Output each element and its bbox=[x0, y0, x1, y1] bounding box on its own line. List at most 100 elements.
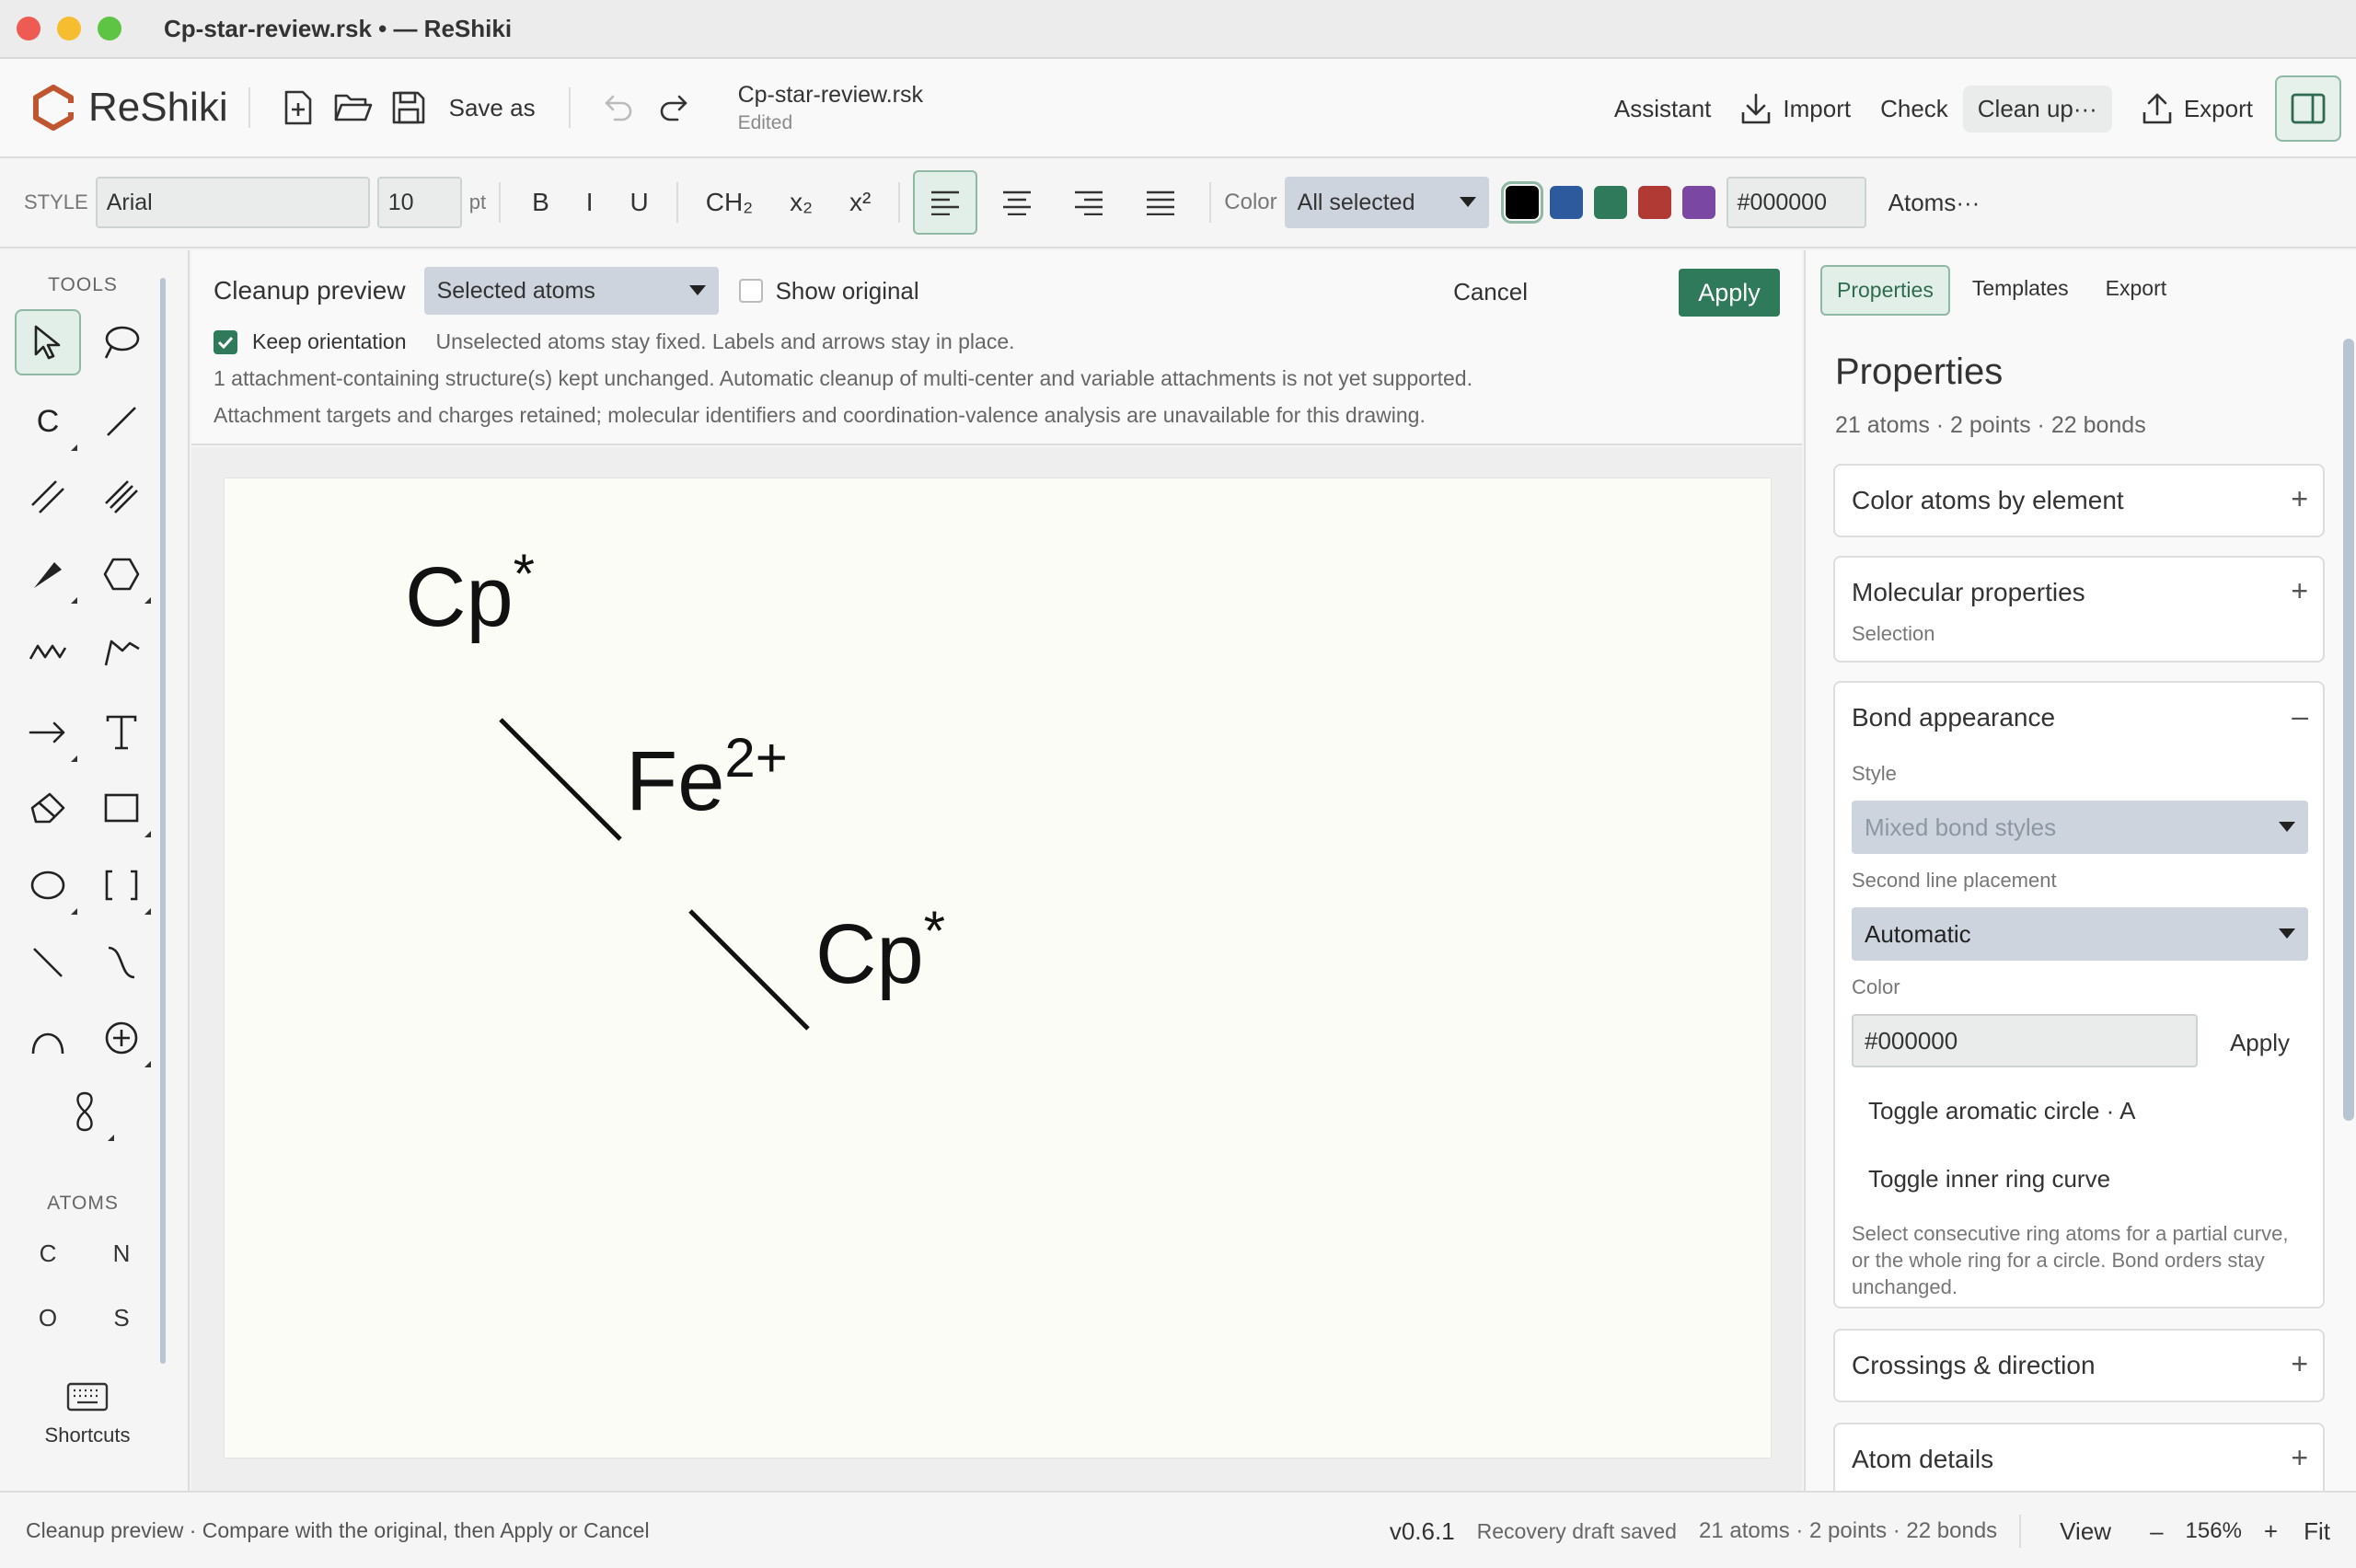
bond-fe-cp-bottom[interactable] bbox=[688, 909, 810, 1031]
align-center-button[interactable] bbox=[985, 170, 1049, 235]
swatch-purple[interactable] bbox=[1681, 186, 1715, 219]
tab-export[interactable]: Export bbox=[2091, 265, 2181, 316]
assistant-button[interactable]: Assistant bbox=[1600, 86, 1727, 133]
export-button[interactable]: Export bbox=[2127, 83, 2268, 134]
minimize-window-button[interactable] bbox=[57, 17, 81, 40]
chain-tool[interactable] bbox=[15, 618, 81, 685]
molecular-properties-card[interactable]: Molecular properties Selection + bbox=[1833, 556, 2325, 663]
rectangle-tool[interactable] bbox=[88, 775, 155, 841]
atom-sulfur-button[interactable]: S bbox=[88, 1290, 155, 1345]
swatch-blue[interactable] bbox=[1549, 186, 1583, 219]
arc-icon bbox=[31, 1032, 64, 1055]
lasso-tool[interactable] bbox=[88, 309, 155, 375]
bracket-tool[interactable] bbox=[88, 852, 155, 918]
expand-plus-icon[interactable]: + bbox=[2291, 574, 2308, 608]
swatch-black[interactable] bbox=[1500, 181, 1543, 224]
zoom-window-button[interactable] bbox=[98, 17, 121, 40]
save-icon[interactable] bbox=[381, 80, 436, 135]
apply-button[interactable]: Apply bbox=[1679, 269, 1780, 317]
bond-cp-fe-top[interactable] bbox=[499, 718, 622, 841]
align-justify-button[interactable] bbox=[1128, 170, 1193, 235]
atom-nitrogen-button[interactable]: N bbox=[88, 1226, 155, 1281]
expand-plus-icon[interactable]: + bbox=[2291, 482, 2308, 516]
expand-plus-icon[interactable]: + bbox=[2291, 1441, 2308, 1475]
underline-button[interactable]: U bbox=[612, 188, 667, 217]
wedge-bond-tool[interactable] bbox=[15, 541, 81, 607]
select-tool[interactable] bbox=[15, 309, 81, 375]
bold-button[interactable]: B bbox=[514, 188, 568, 217]
eraser-tool[interactable] bbox=[15, 775, 81, 841]
atoms-menu-button[interactable]: Atoms··· bbox=[1876, 189, 1993, 217]
undo-icon[interactable] bbox=[591, 80, 646, 135]
import-button[interactable]: Import bbox=[1726, 83, 1865, 134]
expand-plus-icon[interactable]: + bbox=[2291, 1347, 2308, 1381]
carbon-chain-tool[interactable]: C bbox=[15, 388, 81, 455]
toggle-panel-button[interactable] bbox=[2275, 75, 2341, 142]
clean-up-button[interactable]: Clean up··· bbox=[1962, 85, 2112, 133]
tab-properties[interactable]: Properties bbox=[1820, 265, 1950, 316]
atom-carbon-button[interactable]: C bbox=[15, 1226, 81, 1281]
font-size-field[interactable]: 10 bbox=[376, 177, 462, 228]
color-scope-select[interactable]: All selected bbox=[1284, 177, 1489, 228]
close-window-button[interactable] bbox=[17, 17, 40, 40]
triple-bond-tool[interactable] bbox=[88, 464, 155, 530]
toggle-aromatic-button[interactable]: Toggle aromatic circle · A bbox=[1868, 1097, 2135, 1125]
swatch-red[interactable] bbox=[1637, 186, 1671, 219]
tab-templates[interactable]: Templates bbox=[1958, 265, 2084, 316]
zoom-out-button[interactable]: – bbox=[2150, 1517, 2163, 1546]
collapse-minus-icon[interactable]: – bbox=[2292, 699, 2308, 733]
show-original-checkbox[interactable] bbox=[738, 279, 763, 303]
bond-color-apply-button[interactable]: Apply bbox=[2230, 1029, 2290, 1057]
font-family-field[interactable]: Arial bbox=[95, 177, 370, 228]
save-as-button[interactable]: Save as bbox=[436, 94, 549, 122]
atom-details-card[interactable]: Atom details + bbox=[1833, 1423, 2325, 1491]
panel-scrollbar[interactable] bbox=[2343, 339, 2354, 1121]
ring-tool[interactable] bbox=[88, 541, 155, 607]
curve-tool[interactable] bbox=[88, 929, 155, 996]
cp-star-bottom-label[interactable]: Cp* bbox=[815, 900, 945, 1001]
check-button[interactable]: Check bbox=[1865, 86, 1963, 133]
cancel-button[interactable]: Cancel bbox=[1435, 269, 1546, 316]
text-tool[interactable] bbox=[88, 699, 155, 766]
italic-button[interactable]: I bbox=[568, 188, 612, 217]
subscript-button[interactable]: x₂ bbox=[771, 188, 831, 217]
redo-icon[interactable] bbox=[646, 80, 701, 135]
line-tool[interactable] bbox=[15, 929, 81, 996]
crossings-direction-card[interactable]: Crossings & direction + bbox=[1833, 1329, 2325, 1402]
atom-oxygen-button[interactable]: O bbox=[15, 1290, 81, 1345]
align-right-button[interactable] bbox=[1057, 170, 1121, 235]
charge-tool[interactable] bbox=[88, 1005, 155, 1071]
iron-atom-label[interactable]: Fe2+ bbox=[626, 727, 788, 828]
arc-tool[interactable] bbox=[15, 1005, 81, 1071]
swatch-green[interactable] bbox=[1593, 186, 1627, 219]
view-menu-button[interactable]: View bbox=[2060, 1517, 2111, 1546]
bond-color-input[interactable]: #000000 bbox=[1852, 1014, 2198, 1067]
zoom-in-button[interactable]: + bbox=[2264, 1517, 2278, 1546]
arrow-tool[interactable] bbox=[15, 699, 81, 766]
ch2-button[interactable]: CH₂ bbox=[687, 188, 771, 217]
freehand-tool[interactable] bbox=[88, 618, 155, 685]
keep-orientation-checkbox[interactable] bbox=[214, 329, 237, 354]
ring-curve-note: Select consecutive ring atoms for a part… bbox=[1852, 1222, 2289, 1298]
shortcuts-button[interactable]: Shortcuts bbox=[28, 1382, 147, 1447]
ellipse-tool[interactable] bbox=[15, 852, 81, 918]
single-bond-tool[interactable] bbox=[88, 388, 155, 455]
tools-section-label: TOOLS bbox=[48, 274, 118, 295]
molecular-properties-title: Molecular properties bbox=[1852, 578, 2085, 606]
new-file-icon[interactable] bbox=[271, 80, 326, 135]
toggle-inner-ring-button[interactable]: Toggle inner ring curve bbox=[1868, 1165, 2110, 1193]
carbon-tool-label: C bbox=[36, 403, 60, 439]
hex-color-field[interactable]: #000000 bbox=[1726, 177, 1866, 228]
open-folder-icon[interactable] bbox=[326, 80, 381, 135]
orbital-tool[interactable] bbox=[52, 1078, 118, 1145]
cleanup-scope-select[interactable]: Selected atoms bbox=[423, 267, 719, 315]
second-line-select[interactable]: Automatic bbox=[1852, 907, 2308, 961]
double-bond-tool[interactable] bbox=[15, 464, 81, 530]
cp-star-top-label[interactable]: Cp* bbox=[405, 543, 535, 644]
drawing-canvas[interactable]: Cp* Fe2+ Cp* bbox=[225, 478, 1771, 1458]
fit-button[interactable]: Fit bbox=[2304, 1517, 2330, 1546]
align-left-button[interactable] bbox=[913, 170, 978, 235]
bond-style-select[interactable]: Mixed bond styles bbox=[1852, 801, 2308, 854]
superscript-button[interactable]: x² bbox=[831, 188, 889, 217]
color-atoms-card[interactable]: Color atoms by element + bbox=[1833, 464, 2325, 537]
